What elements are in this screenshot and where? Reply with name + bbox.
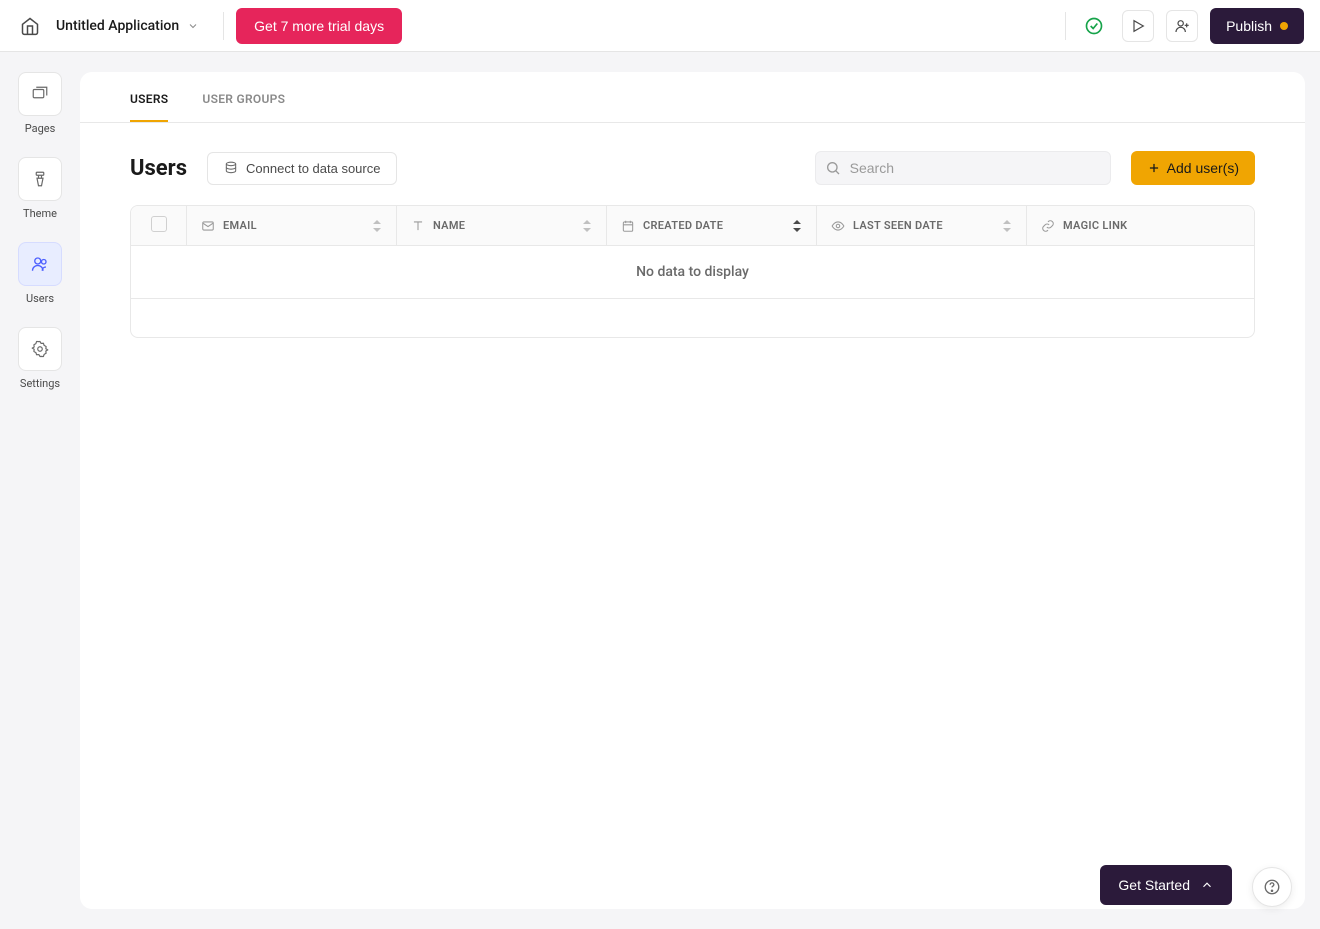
sidebar-label: Settings xyxy=(20,377,60,390)
users-icon xyxy=(18,242,62,286)
tabs: USERS USER GROUPS xyxy=(80,72,1305,123)
trial-button[interactable]: Get 7 more trial days xyxy=(236,8,402,44)
help-icon xyxy=(1263,878,1281,896)
settings-icon xyxy=(18,327,62,371)
sidebar-item-users[interactable]: Users xyxy=(18,242,62,305)
publish-label: Publish xyxy=(1226,18,1272,34)
layout: Pages Theme User xyxy=(0,52,1320,929)
tab-user-groups[interactable]: USER GROUPS xyxy=(202,92,285,122)
column-last-seen[interactable]: LAST SEEN DATE xyxy=(817,206,1027,246)
column-label: EMAIL xyxy=(223,219,257,232)
plus-icon xyxy=(1147,161,1161,175)
sidebar-label: Users xyxy=(26,292,54,305)
link-icon xyxy=(1041,219,1055,233)
main-card: USERS USER GROUPS Users Connect to data … xyxy=(80,72,1305,909)
status-check-icon[interactable] xyxy=(1078,10,1110,42)
app-title: Untitled Application xyxy=(56,18,179,34)
add-user-label: Add user(s) xyxy=(1167,160,1239,176)
search-icon xyxy=(825,160,841,176)
calendar-icon xyxy=(621,219,635,233)
sort-icon[interactable] xyxy=(1002,220,1012,232)
column-checkbox[interactable] xyxy=(131,206,187,246)
theme-icon xyxy=(18,157,62,201)
column-label: LAST SEEN DATE xyxy=(853,219,943,232)
sidebar-item-pages[interactable]: Pages xyxy=(18,72,62,135)
divider xyxy=(1065,12,1066,40)
help-button[interactable] xyxy=(1252,867,1292,907)
pages-icon xyxy=(18,72,62,116)
empty-state-row: No data to display xyxy=(131,246,1254,299)
sidebar: Pages Theme User xyxy=(0,52,80,929)
tab-users[interactable]: USERS xyxy=(130,92,168,122)
sort-icon[interactable] xyxy=(792,220,802,232)
toolbar: Users Connect to data source xyxy=(80,123,1305,205)
publish-status-dot xyxy=(1280,22,1288,30)
home-icon[interactable] xyxy=(16,12,44,40)
get-started-label: Get Started xyxy=(1118,877,1190,893)
connect-datasource-button[interactable]: Connect to data source xyxy=(207,152,397,185)
sidebar-item-settings[interactable]: Settings xyxy=(18,327,62,390)
chevron-down-icon xyxy=(187,20,199,32)
eye-icon xyxy=(831,219,845,233)
table-wrap: EMAIL xyxy=(80,205,1305,338)
column-email[interactable]: EMAIL xyxy=(187,206,397,246)
connect-label: Connect to data source xyxy=(246,161,380,176)
sort-icon[interactable] xyxy=(582,220,592,232)
get-started-button[interactable]: Get Started xyxy=(1100,865,1232,905)
column-label: NAME xyxy=(433,219,465,232)
select-all-checkbox[interactable] xyxy=(151,216,167,232)
column-name[interactable]: NAME xyxy=(397,206,607,246)
sidebar-label: Pages xyxy=(25,122,56,135)
top-header: Untitled Application Get 7 more trial da… xyxy=(0,0,1320,52)
column-magic-link[interactable]: MAGIC LINK xyxy=(1027,206,1254,246)
app-title-wrap[interactable]: Untitled Application xyxy=(56,18,199,34)
users-table: EMAIL xyxy=(130,205,1255,338)
sidebar-item-theme[interactable]: Theme xyxy=(18,157,62,220)
column-label: MAGIC LINK xyxy=(1063,219,1127,232)
add-member-button[interactable] xyxy=(1166,10,1198,42)
column-created-date[interactable]: CREATED DATE xyxy=(607,206,817,246)
preview-button[interactable] xyxy=(1122,10,1154,42)
page-title: Users xyxy=(130,156,187,181)
email-icon xyxy=(201,219,215,233)
publish-button[interactable]: Publish xyxy=(1210,8,1304,44)
main: USERS USER GROUPS Users Connect to data … xyxy=(80,52,1320,929)
search-wrap xyxy=(815,151,1111,185)
column-label: CREATED DATE xyxy=(643,219,723,232)
text-icon xyxy=(411,219,425,233)
empty-message: No data to display xyxy=(131,246,1254,299)
table-footer-row xyxy=(131,299,1254,337)
header-right: Publish xyxy=(1065,8,1304,44)
database-icon xyxy=(224,161,238,175)
sidebar-label: Theme xyxy=(23,207,57,220)
add-user-button[interactable]: Add user(s) xyxy=(1131,151,1255,185)
divider xyxy=(223,12,224,40)
chevron-up-icon xyxy=(1200,878,1214,892)
sort-icon[interactable] xyxy=(372,220,382,232)
search-input[interactable] xyxy=(815,151,1111,185)
